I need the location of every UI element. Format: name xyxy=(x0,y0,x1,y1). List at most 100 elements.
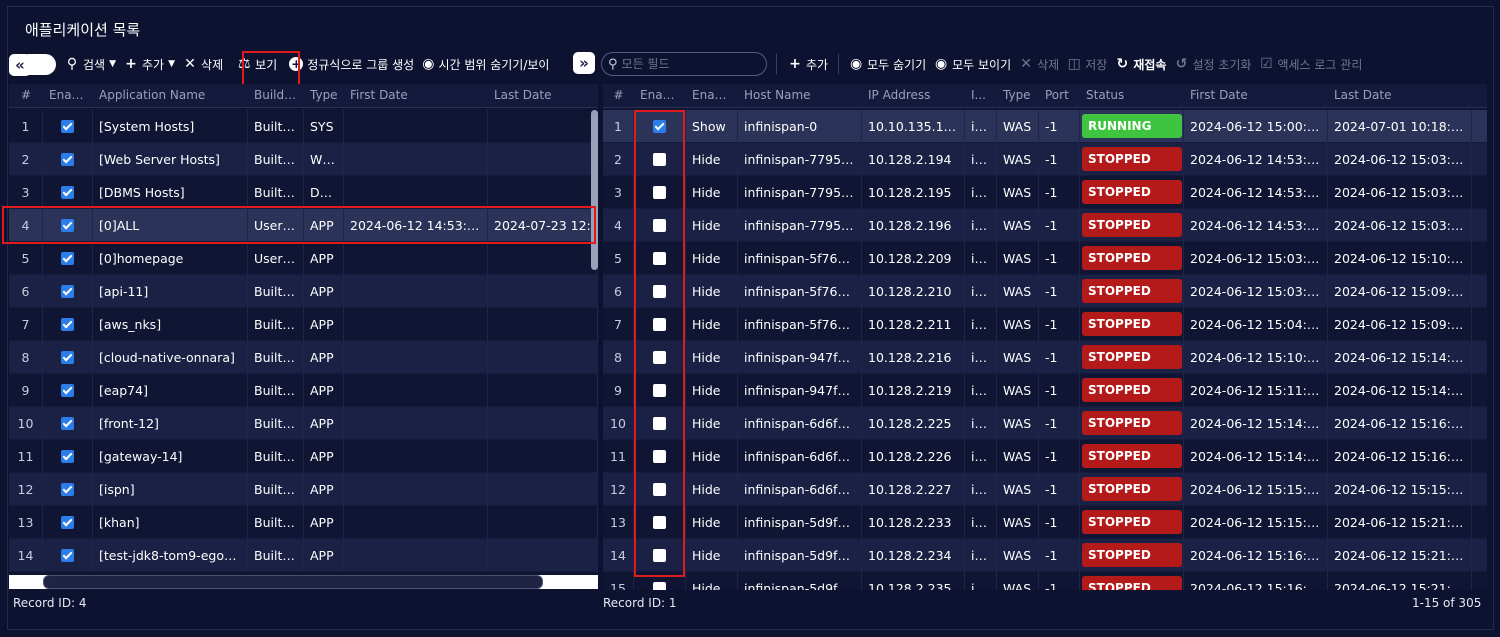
table-row[interactable]: 14 [test-jdk8-tom9-egov-8... Built-In APP xyxy=(9,538,598,572)
regex-group-button[interactable]: + 정규식으로 그룹 생성 xyxy=(285,52,418,76)
enable-cell[interactable] xyxy=(43,538,93,572)
enable-checkbox[interactable] xyxy=(61,548,74,562)
table-row[interactable]: 15 Hide infinispan-5d9fc8b... 10.128.2.235 i… xyxy=(603,571,1487,590)
delete-button[interactable]: ✕ 삭제 xyxy=(179,52,227,76)
table-row[interactable]: 10 [front-12] Built-In APP xyxy=(9,406,598,440)
column-header[interactable]: Enable xyxy=(43,84,93,107)
add-button[interactable]: + 추가 ▼ xyxy=(120,52,179,76)
table-row[interactable]: 5 Hide infinispan-5f7645d... 10.128.2.209 in… xyxy=(603,241,1487,275)
panel-toggle[interactable] xyxy=(28,54,56,75)
table-row[interactable]: 7 Hide infinispan-5f7645d... 10.128.2.211 in… xyxy=(603,307,1487,341)
enable-checkbox[interactable] xyxy=(61,317,74,331)
enable-checkbox[interactable] xyxy=(61,383,74,397)
enable-cell[interactable] xyxy=(43,241,93,275)
table-row[interactable]: 2 Hide infinispan-77957b... 10.128.2.194 inf… xyxy=(603,142,1487,176)
column-header[interactable]: I... xyxy=(965,84,997,107)
host-add-button[interactable]: + 추가 xyxy=(784,52,832,76)
enable-checkbox[interactable] xyxy=(61,185,74,199)
table-row[interactable]: 12 Hide infinispan-6d6f5c8... 10.128.2.227 i… xyxy=(603,472,1487,506)
table-row[interactable]: 10 Hide infinispan-6d6f5c8... 10.128.2.225 i… xyxy=(603,406,1487,440)
table-row[interactable]: 1 [System Hosts] Built-In SYS xyxy=(9,109,598,143)
search-menu-button[interactable]: ⚲ 검색 ▼ xyxy=(61,52,120,76)
enable-checkbox[interactable] xyxy=(61,284,74,298)
host-delete-button[interactable]: ✕ 삭제 xyxy=(1015,52,1063,76)
app-type: APP xyxy=(304,406,344,440)
column-header[interactable]: Last Date xyxy=(1328,84,1472,107)
table-row[interactable]: 12 [ispn] Built-In APP xyxy=(9,472,598,506)
column-header[interactable]: Status xyxy=(1080,84,1184,107)
enable-cell[interactable] xyxy=(43,142,93,176)
host-type: WAS xyxy=(997,373,1039,407)
column-header[interactable]: First Date xyxy=(1184,84,1328,107)
table-row[interactable]: 3 Hide infinispan-77957b... 10.128.2.195 inf… xyxy=(603,175,1487,209)
column-header[interactable]: Host Name xyxy=(738,84,862,107)
column-header[interactable]: Build ... xyxy=(248,84,304,107)
all-fields-search[interactable]: ⚲ xyxy=(601,52,767,76)
hide-all-button[interactable]: ◉ 모두 숨기기 xyxy=(845,52,930,76)
enable-cell[interactable] xyxy=(43,274,93,308)
enable-checkbox[interactable] xyxy=(61,119,74,133)
column-header[interactable]: IP Address xyxy=(862,84,965,107)
show-all-button[interactable]: ◉ 모두 보이기 xyxy=(930,52,1015,76)
table-row[interactable]: 14 Hide infinispan-5d9fc8b... 10.128.2.234 i… xyxy=(603,538,1487,572)
application-table-hscroll-thumb[interactable] xyxy=(43,575,543,589)
enable-cell[interactable] xyxy=(43,472,93,506)
enable-checkbox[interactable] xyxy=(61,515,74,529)
reset-settings-button[interactable]: ↺ 설정 초기화 xyxy=(1170,52,1255,76)
access-log-button[interactable]: ☑ 액세스 로그 관리 xyxy=(1255,52,1366,76)
enable-checkbox[interactable] xyxy=(61,449,74,463)
enable-checkbox[interactable] xyxy=(61,350,74,364)
reconnect-button[interactable]: ↻ 재접속 xyxy=(1111,52,1170,76)
enable-cell[interactable] xyxy=(43,175,93,209)
column-header[interactable]: Port xyxy=(1039,84,1080,107)
application-name: [api-11] xyxy=(93,274,248,308)
save-button[interactable]: ◫ 저장 xyxy=(1063,52,1111,76)
table-row[interactable]: 13 [khan] Built-In APP xyxy=(9,505,598,539)
table-row[interactable]: 4 Hide infinispan-77957b... 10.128.2.196 inf… xyxy=(603,208,1487,242)
enable-checkbox[interactable] xyxy=(61,482,74,496)
enable-cell[interactable] xyxy=(43,505,93,539)
table-row[interactable]: 5 [0]homepage User D... APP xyxy=(9,241,598,275)
column-header[interactable]: First Date xyxy=(344,84,488,107)
expand-right-button[interactable]: » xyxy=(573,52,595,74)
enable-checkbox[interactable] xyxy=(61,251,74,265)
column-header[interactable]: # xyxy=(603,84,634,107)
all-fields-search-input[interactable] xyxy=(621,57,757,71)
enable-cell[interactable] xyxy=(43,109,93,143)
row-number: 2 xyxy=(9,142,43,176)
enable-cell[interactable] xyxy=(43,340,93,374)
table-row[interactable]: 7 [aws_nks] Built-In APP xyxy=(9,307,598,341)
application-table-vscroll[interactable] xyxy=(591,110,598,270)
instance: infi... xyxy=(965,406,997,440)
time-range-toggle-button[interactable]: ◉ 시간 범위 숨기기/보이기 xyxy=(418,52,550,76)
table-row[interactable]: 2 [Web Server Hosts] Built-In WEB xyxy=(9,142,598,176)
enable-checkbox[interactable] xyxy=(61,152,74,166)
collapse-left-button[interactable]: « xyxy=(9,54,31,76)
column-header[interactable]: Enab... xyxy=(686,84,738,107)
table-row[interactable]: 8 Hide infinispan-947fbbb... 10.128.2.216 in… xyxy=(603,340,1487,374)
table-row[interactable]: 8 [cloud-native-onnara] Built-In APP xyxy=(9,340,598,374)
column-header[interactable]: Enable xyxy=(634,84,686,107)
enable-checkbox[interactable] xyxy=(61,416,74,430)
table-row[interactable]: 3 [DBMS Hosts] Built-In DBMS xyxy=(9,175,598,209)
table-row[interactable]: 9 Hide infinispan-947fbbb... 10.128.2.219 in… xyxy=(603,373,1487,407)
enable-cell[interactable] xyxy=(43,373,93,407)
column-header[interactable]: # xyxy=(9,84,43,107)
table-row[interactable]: 6 [api-11] Built-In APP xyxy=(9,274,598,308)
table-row[interactable]: 13 Hide infinispan-5d9fc8b... 10.128.2.233 i… xyxy=(603,505,1487,539)
column-header[interactable]: Application Name xyxy=(93,84,248,107)
enable-cell[interactable] xyxy=(43,439,93,473)
enable-cell[interactable] xyxy=(43,406,93,440)
table-row[interactable]: 6 Hide infinispan-5f7645d... 10.128.2.210 in… xyxy=(603,274,1487,308)
right-toolbar: + 추가 ◉ 모두 숨기기 ◉ 모두 보이기 ✕ 삭제 ◫ 저장 ↻ 재접속 ↺ 설정 초기화… xyxy=(784,50,1366,78)
column-header[interactable]: Type xyxy=(997,84,1039,107)
column-header[interactable]: Last Date xyxy=(488,84,598,107)
enable-checkbox[interactable] xyxy=(653,581,666,590)
application-table-hscroll[interactable] xyxy=(9,575,598,589)
enable-cell[interactable] xyxy=(43,307,93,341)
table-row[interactable]: 1 Showinfinispan-010.10.135.154infi...WAS… xyxy=(603,109,1487,143)
table-row[interactable]: 11 Hide infinispan-6d6f5c8... 10.128.2.226 i… xyxy=(603,439,1487,473)
table-row[interactable]: 11 [gateway-14] Built-In APP xyxy=(9,439,598,473)
column-header[interactable]: Type xyxy=(304,84,344,107)
table-row[interactable]: 9 [eap74] Built-In APP xyxy=(9,373,598,407)
